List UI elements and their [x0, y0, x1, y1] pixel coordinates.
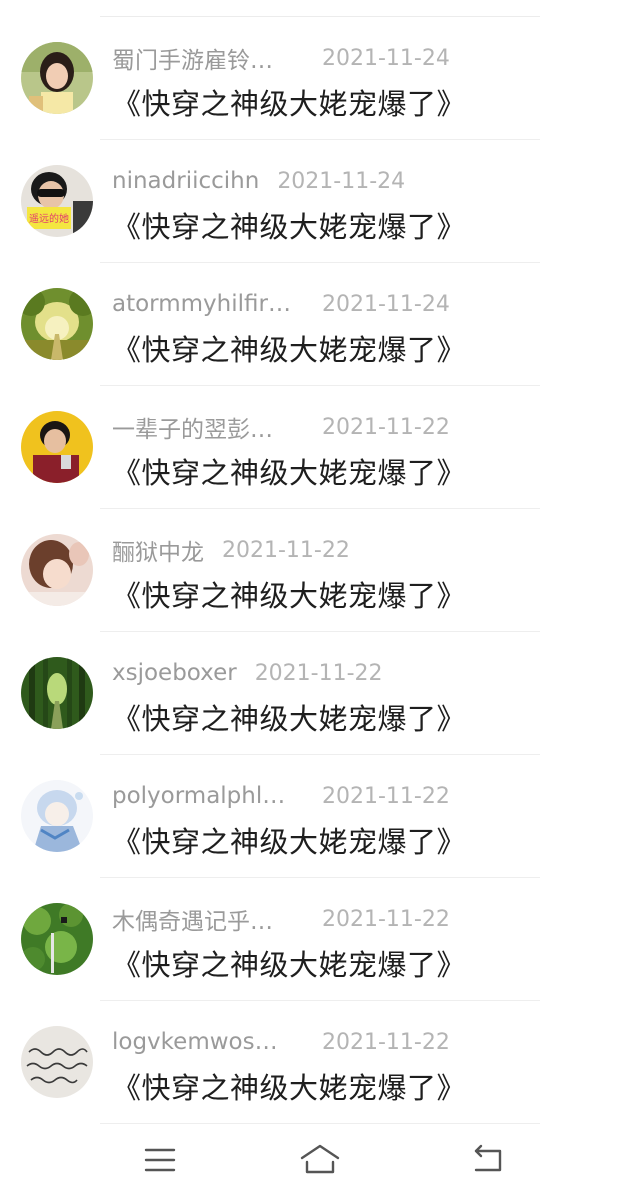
girl-avatar-icon[interactable] [21, 42, 93, 114]
comment-text: 《快穿之神级大姥宠爆了》 [112, 456, 467, 490]
menu-icon[interactable] [140, 1140, 180, 1180]
comment-text: 《快穿之神级大姥宠爆了》 [112, 948, 467, 982]
comment-text: 《快穿之神级大姥宠爆了》 [112, 702, 467, 736]
comment-item[interactable]: 蜀门手游雇铃… 2021-11-24 《快穿之神级大姥宠爆了》 [0, 17, 640, 140]
username[interactable]: atormmyhilfir… [112, 291, 304, 317]
comment-date: 2021-11-24 [322, 291, 450, 317]
comment-item[interactable]: xsjoeboxer 2021-11-22 《快穿之神级大姥宠爆了》 [0, 632, 640, 755]
comment-item[interactable]: 一辈子的翌彭… 2021-11-22 《快穿之神级大姥宠爆了》 [0, 386, 640, 509]
system-navigation-bar [0, 1124, 640, 1196]
comment-item[interactable]: logvkemwos… 2021-11-22 《快穿之神级大姥宠爆了》 [0, 1001, 640, 1124]
comment-item[interactable]: 酾狱中龙 2021-11-22 《快穿之神级大姥宠爆了》 [0, 509, 640, 632]
avatar-caption: 遥远的她 [29, 212, 69, 225]
comment-text: 《快穿之神级大姥宠爆了》 [112, 87, 467, 121]
comment-item[interactable]: polyormalphl… 2021-11-22 《快穿之神级大姥宠爆了》 [0, 755, 640, 878]
leaves-avatar-icon[interactable] [21, 903, 93, 975]
comment-text: 《快穿之神级大姥宠爆了》 [112, 579, 467, 613]
comment-meta: 一辈子的翌彭… 2021-11-22 [112, 410, 450, 444]
comment-meta: atormmyhilfir… 2021-11-24 [112, 287, 450, 321]
comment-text: 《快穿之神级大姥宠爆了》 [112, 1071, 467, 1105]
girl-portrait-avatar-icon[interactable] [21, 534, 93, 606]
comment-text: 《快穿之神级大姥宠爆了》 [112, 333, 467, 367]
username[interactable]: 一辈子的翌彭… [112, 410, 304, 444]
comment-text: 《快穿之神级大姥宠爆了》 [112, 210, 467, 244]
handwriting-avatar-icon[interactable] [21, 1026, 93, 1098]
username[interactable]: 蜀门手游雇铃… [112, 41, 304, 75]
green-forest-avatar-icon[interactable] [21, 657, 93, 729]
comment-meta: polyormalphl… 2021-11-22 [112, 779, 450, 813]
comment-item[interactable]: 遥远的她 ninadriiccihn 2021-11-24 《快穿之神级大姥宠爆… [0, 140, 640, 263]
boy-sunglasses-avatar-icon[interactable]: 遥远的她 [21, 165, 93, 237]
comment-meta: ninadriiccihn 2021-11-24 [112, 164, 405, 198]
comment-meta: 酾狱中龙 2021-11-22 [112, 533, 350, 567]
comment-date: 2021-11-22 [322, 906, 450, 932]
comment-date: 2021-11-22 [254, 660, 383, 686]
back-icon[interactable] [468, 1140, 508, 1180]
comment-item[interactable]: atormmyhilfir… 2021-11-24 《快穿之神级大姥宠爆了》 [0, 263, 640, 386]
username[interactable]: logvkemwos… [112, 1029, 304, 1055]
comment-date: 2021-11-24 [322, 45, 450, 71]
username[interactable]: 木偶奇遇记乎… [112, 902, 304, 936]
comment-date: 2021-11-22 [222, 537, 350, 563]
forest-path-avatar-icon[interactable] [21, 288, 93, 360]
comment-meta: 蜀门手游雇铃… 2021-11-24 [112, 41, 450, 75]
username[interactable]: xsjoeboxer [112, 660, 237, 686]
comment-meta: logvkemwos… 2021-11-22 [112, 1025, 450, 1059]
username[interactable]: 酾狱中龙 [112, 533, 204, 567]
anime-boy-avatar-icon[interactable] [21, 780, 93, 852]
comment-meta: 木偶奇遇记乎… 2021-11-22 [112, 902, 450, 936]
comment-meta: xsjoeboxer 2021-11-22 [112, 656, 383, 690]
comment-date: 2021-11-22 [322, 783, 450, 809]
username[interactable]: ninadriiccihn [112, 168, 259, 194]
comment-item[interactable]: 木偶奇遇记乎… 2021-11-22 《快穿之神级大姥宠爆了》 [0, 878, 640, 1001]
comment-date: 2021-11-24 [277, 168, 406, 194]
comment-text: 《快穿之神级大姥宠爆了》 [112, 825, 467, 859]
comment-date: 2021-11-22 [322, 1029, 450, 1055]
boy-yellow-avatar-icon[interactable] [21, 411, 93, 483]
username[interactable]: polyormalphl… [112, 783, 304, 809]
home-icon[interactable] [298, 1140, 342, 1180]
comment-date: 2021-11-22 [322, 414, 450, 440]
